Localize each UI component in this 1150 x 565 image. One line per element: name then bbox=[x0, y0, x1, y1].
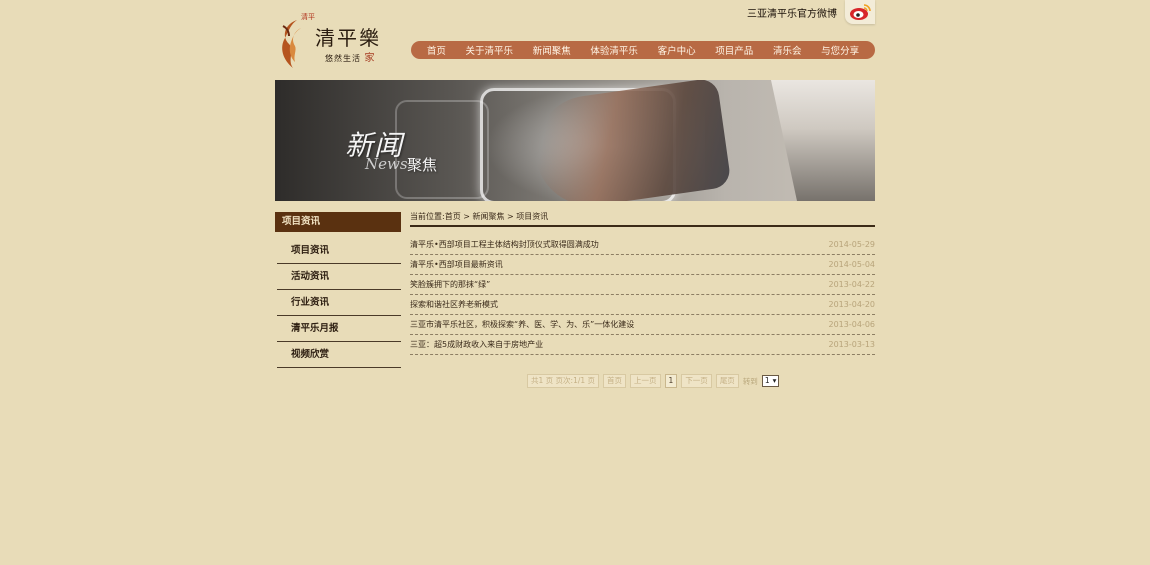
weibo-icon[interactable] bbox=[845, 0, 875, 24]
nav-share[interactable]: 与您分享 bbox=[821, 43, 859, 57]
main-nav: 首页 关于清平乐 新闻聚焦 体验清平乐 客户中心 项目产品 清乐会 与您分享 bbox=[411, 41, 875, 59]
nav-customer-center[interactable]: 客户中心 bbox=[658, 43, 696, 57]
current-page: 1 bbox=[664, 374, 678, 388]
breadcrumb: 当前位置:首页 > 新闻聚焦 > 项目资讯 bbox=[410, 211, 875, 227]
page-select[interactable]: 1 ▾ bbox=[761, 375, 780, 387]
sidebar-item-monthly-report[interactable]: 清平乐月报 bbox=[277, 316, 401, 342]
news-date: 2013-04-22 bbox=[828, 280, 876, 289]
logo-flame-icon bbox=[282, 20, 301, 68]
prev-page-button[interactable]: 上一页 bbox=[630, 374, 661, 388]
news-date: 2014-05-04 bbox=[828, 260, 876, 269]
first-page-button[interactable]: 首页 bbox=[603, 374, 627, 388]
news-date: 2013-03-13 bbox=[828, 340, 876, 349]
weibo-label: 三亚清平乐官方微博 bbox=[747, 8, 837, 20]
list-item[interactable]: 三亚市清平乐社区，积极探索“养、医、学、为、乐”一体化建设 2013-04-06 bbox=[410, 315, 875, 335]
nav-about[interactable]: 关于清平乐 bbox=[466, 43, 514, 57]
logo-name: 清平樂 bbox=[315, 26, 381, 50]
logo-tagline: 悠然生活 家 bbox=[325, 53, 376, 64]
sidebar-item-videos[interactable]: 视频欣赏 bbox=[277, 342, 401, 368]
banner-subtitle-cn: 聚焦 bbox=[407, 156, 438, 174]
nav-products[interactable]: 项目产品 bbox=[715, 43, 753, 57]
news-title[interactable]: 笑脸簇拥下的那抹“绿” bbox=[410, 279, 490, 290]
site-logo[interactable]: 清平 清平樂 悠然生活 家 bbox=[275, 13, 385, 72]
list-item[interactable]: 笑脸簇拥下的那抹“绿” 2013-04-22 bbox=[410, 275, 875, 295]
nav-experience[interactable]: 体验清平乐 bbox=[590, 43, 638, 57]
news-title[interactable]: 清平乐•西部项目最新资讯 bbox=[410, 259, 503, 270]
sidebar-item-project-news[interactable]: 项目资讯 bbox=[277, 238, 401, 264]
next-page-button[interactable]: 下一页 bbox=[681, 374, 712, 388]
sidebar-item-activity-news[interactable]: 活动资讯 bbox=[277, 264, 401, 290]
chevron-down-icon: ▾ bbox=[772, 376, 777, 385]
nav-home[interactable]: 首页 bbox=[427, 43, 446, 57]
last-page-button[interactable]: 尾页 bbox=[715, 374, 739, 388]
list-item[interactable]: 探索和谐社区养老新模式 2013-04-20 bbox=[410, 295, 875, 315]
jump-label: 转到 bbox=[742, 376, 758, 386]
banner-sleeve-image bbox=[771, 80, 875, 201]
sidebar-item-industry-news[interactable]: 行业资讯 bbox=[277, 290, 401, 316]
news-date: 2013-04-20 bbox=[828, 300, 876, 309]
list-item[interactable]: 三亚：超5成财政收入来自于房地产业 2013-03-13 bbox=[410, 335, 875, 355]
page: 清平 清平樂 悠然生活 家 三亚清平乐官方微博 首页 关于清平乐 新闻聚焦 体验… bbox=[275, 0, 875, 565]
news-title[interactable]: 三亚：超5成财政收入来自于房地产业 bbox=[410, 339, 543, 350]
news-banner: 新闻 News 聚焦 bbox=[275, 80, 875, 201]
list-item[interactable]: 清平乐•西部项目工程主体结构封顶仪式取得圆满成功 2014-05-29 bbox=[410, 235, 875, 255]
nav-news[interactable]: 新闻聚焦 bbox=[533, 43, 571, 57]
banner-subtitle-en: News bbox=[365, 155, 408, 173]
news-title[interactable]: 三亚市清平乐社区，积极探索“养、医、学、为、乐”一体化建设 bbox=[410, 319, 634, 330]
pagination: 共1 页 页次:1/1 页 首页 上一页 1 下一页 尾页 转到 1 ▾ bbox=[527, 374, 780, 388]
news-title[interactable]: 清平乐•西部项目工程主体结构封顶仪式取得圆满成功 bbox=[410, 239, 599, 250]
weibo-link[interactable]: 三亚清平乐官方微博 bbox=[747, 0, 875, 24]
nav-club[interactable]: 清乐会 bbox=[773, 43, 802, 57]
sidebar-menu: 项目资讯 活动资讯 行业资讯 清平乐月报 视频欣赏 bbox=[277, 238, 401, 368]
news-title[interactable]: 探索和谐社区养老新模式 bbox=[410, 299, 498, 310]
page-summary: 共1 页 页次:1/1 页 bbox=[527, 374, 600, 388]
sidebar-heading: 项目资讯 bbox=[275, 212, 401, 232]
logo-stamp: 清平 bbox=[301, 13, 315, 21]
list-item[interactable]: 清平乐•西部项目最新资讯 2014-05-04 bbox=[410, 255, 875, 275]
news-list: 清平乐•西部项目工程主体结构封顶仪式取得圆满成功 2014-05-29 清平乐•西… bbox=[410, 235, 875, 355]
news-date: 2013-04-06 bbox=[828, 320, 876, 329]
news-date: 2014-05-29 bbox=[828, 240, 876, 249]
